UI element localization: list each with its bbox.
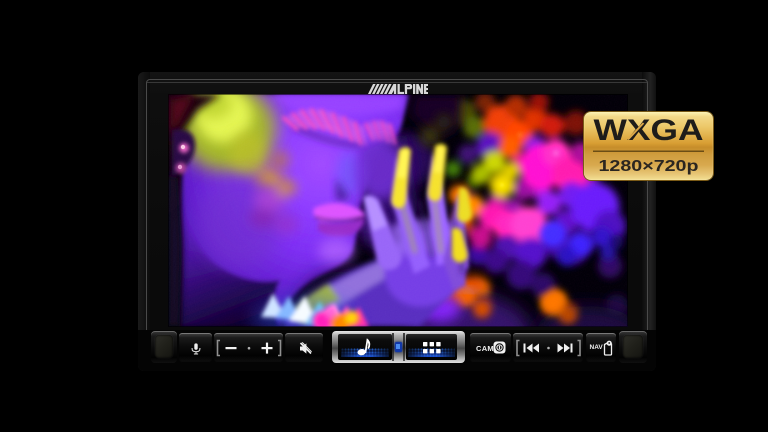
svg-text:WXGA: WXGA: [594, 114, 704, 147]
svg-text:1280×720p: 1280×720p: [599, 158, 699, 175]
